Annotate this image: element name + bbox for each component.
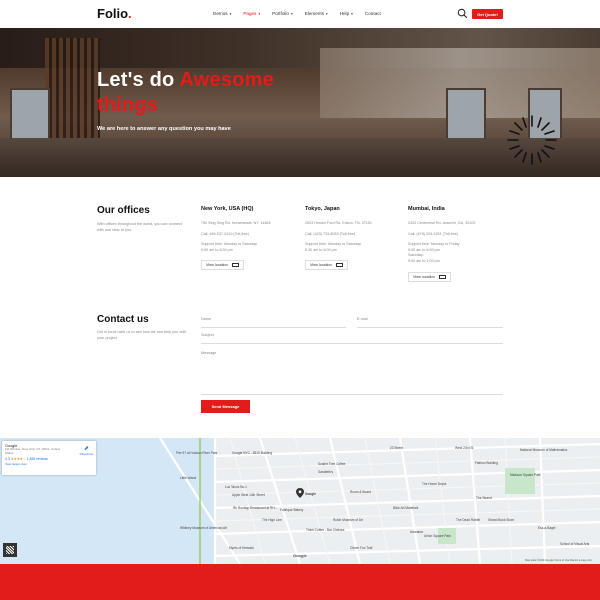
chevron-down-icon: ▾ bbox=[229, 11, 232, 16]
search-icon[interactable] bbox=[457, 8, 468, 19]
view-location-button[interactable]: View location bbox=[408, 271, 451, 282]
nav-item-pages[interactable]: Pages ▾ bbox=[243, 11, 260, 16]
map-icon bbox=[335, 263, 343, 268]
hero-subtitle: We are here to answer any question you m… bbox=[97, 126, 231, 132]
google-logo: Google bbox=[293, 553, 307, 558]
name-field[interactable]: Name bbox=[201, 317, 346, 328]
chevron-down-icon: ▾ bbox=[351, 11, 353, 16]
message-field[interactable]: Message bbox=[201, 351, 503, 395]
location-pin-icon[interactable] bbox=[296, 488, 304, 498]
send-message-button[interactable]: Send Message bbox=[201, 400, 250, 413]
map-qr-thumbnail[interactable] bbox=[3, 543, 17, 557]
office-card-tokyo: Tokyo, Japan 2003 Hoston Ford Rd, Edson,… bbox=[305, 206, 395, 271]
location-map[interactable]: Google 111 8th Ave, New York, NY 10011, … bbox=[0, 438, 600, 564]
nav-item-portfolio[interactable]: Portfolio ▾ bbox=[272, 11, 293, 16]
chevron-down-icon: ▾ bbox=[290, 11, 293, 16]
nav-item-elements[interactable]: Elements ▾ bbox=[305, 11, 328, 16]
view-location-button[interactable]: View location bbox=[201, 260, 244, 271]
hero-title: Let's do Awesome things bbox=[97, 69, 274, 116]
subject-field[interactable]: Subject bbox=[201, 333, 503, 344]
directions-link[interactable]: ⬈ Directions bbox=[80, 445, 93, 456]
email-field[interactable]: E-mail bbox=[357, 317, 503, 328]
view-location-button[interactable]: View location bbox=[305, 260, 348, 271]
contact-description: Get in touch with us to see how we can h… bbox=[97, 330, 187, 340]
directions-icon: ⬈ bbox=[83, 446, 89, 452]
map-footer[interactable]: Map data ©2023 Google Terms of Use Repor… bbox=[525, 559, 592, 562]
nav-item-help[interactable]: Help ▾ bbox=[340, 11, 353, 16]
footer-banner bbox=[0, 564, 600, 600]
office-card-newyork: New York, USA (HQ) 750 Sing Sing Rd, Hor… bbox=[201, 206, 291, 271]
chevron-down-icon: ▾ bbox=[325, 11, 328, 16]
contact-title: Contact us bbox=[97, 314, 149, 325]
view-larger-map-link[interactable]: View larger map bbox=[5, 462, 93, 466]
nav-item-demos[interactable]: Demos ▾ bbox=[213, 11, 231, 16]
chevron-down-icon: ▾ bbox=[258, 11, 261, 16]
map-info-card: Google 111 8th Ave, New York, NY 10011, … bbox=[2, 441, 96, 475]
offices-description: With offices throughout the world, you c… bbox=[97, 222, 182, 232]
main-nav: Demos ▾ Pages ▾ Portfolio ▾ Elements ▾ Help ▾… bbox=[213, 11, 381, 16]
nav-item-contact[interactable]: Contact bbox=[365, 11, 381, 16]
map-icon bbox=[438, 274, 446, 279]
map-icon bbox=[231, 263, 239, 268]
office-card-mumbai: Mumbai, India 2453 Centennial Rd, Acwort… bbox=[408, 206, 498, 283]
get-quote-button[interactable]: Get Quote! bbox=[472, 9, 503, 19]
sparkle-decoration-icon bbox=[507, 115, 557, 165]
site-header: Folio. Demos ▾ Pages ▾ Portfolio ▾ Elements… bbox=[0, 0, 600, 28]
site-logo[interactable]: Folio. bbox=[97, 6, 132, 21]
pin-label: Google bbox=[305, 492, 316, 496]
offices-title: Our offices bbox=[97, 205, 150, 216]
